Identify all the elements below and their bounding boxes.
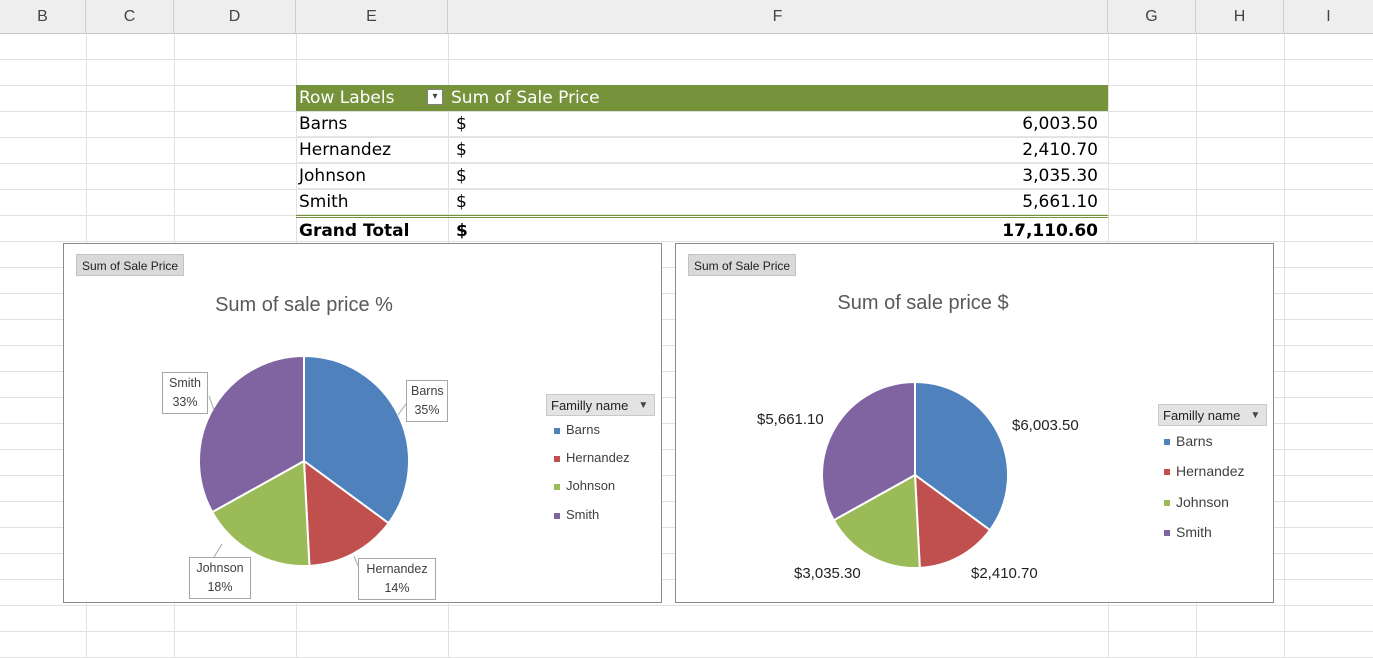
legend-label: Hernandez	[566, 450, 630, 465]
pivot-row: Hernandez $ 2,410.70	[296, 137, 1108, 163]
legend-swatch	[1164, 500, 1170, 507]
legend-label: Johnson	[566, 478, 616, 493]
row-label: Johnson	[299, 166, 366, 186]
data-label-percent: 35%	[414, 403, 440, 417]
row-label: Barns	[299, 114, 348, 134]
data-label-barns[interactable]: Barns 35%	[406, 380, 448, 422]
legend-title: Familly name	[551, 398, 629, 413]
row-labels-header: Row Labels	[299, 88, 395, 108]
dropdown-arrow-icon: ▼	[638, 400, 649, 411]
leader-line	[397, 403, 407, 416]
row-value: 6,003.50	[1022, 114, 1098, 134]
data-label-name: Smith	[169, 376, 201, 390]
gridline-vertical	[1284, 34, 1285, 658]
gridline-horizontal	[0, 241, 1373, 242]
legend-label: Barns	[1176, 433, 1213, 449]
legend-swatch	[554, 427, 560, 434]
legend-item-smith[interactable]: Smith	[554, 506, 599, 524]
legend-item-johnson[interactable]: Johnson	[554, 477, 615, 495]
legend-label: Barns	[566, 422, 600, 437]
data-label-hernandez[interactable]: Hernandez 14%	[358, 558, 436, 600]
legend-swatch	[554, 483, 560, 490]
grand-total-row: Grand Total $ 17,110.60	[296, 215, 1108, 241]
chart-title[interactable]: Sum of sale price $	[676, 292, 1170, 315]
field-button-sum-sale-price[interactable]: Sum of Sale Price	[688, 254, 797, 276]
data-label-hernandez[interactable]: $2,410.70	[971, 565, 1038, 582]
legend-field-button[interactable]: Familly name ▼	[546, 394, 656, 416]
pivot-row: Johnson $ 3,035.30	[296, 163, 1108, 189]
legend-label: Hernandez	[1176, 463, 1245, 479]
row-value: 5,661.10	[1022, 192, 1098, 212]
column-header-e[interactable]: E	[296, 0, 448, 33]
sum-sale-price-header: Sum of Sale Price	[451, 88, 600, 108]
chart-title[interactable]: Sum of sale price %	[64, 294, 544, 317]
legend-item-barns[interactable]: Barns	[1164, 432, 1213, 450]
data-label-percent: 18%	[207, 580, 233, 594]
legend-swatch	[554, 512, 560, 519]
data-label-johnson[interactable]: Johnson 18%	[189, 557, 251, 599]
legend-swatch	[1164, 530, 1170, 537]
column-header-i[interactable]: I	[1284, 0, 1373, 33]
row-value: 3,035.30	[1022, 166, 1098, 186]
legend-label: Smith	[566, 507, 600, 522]
legend-item-hernandez[interactable]: Hernandez	[554, 449, 630, 467]
gridline-horizontal	[0, 631, 1373, 632]
column-header-b[interactable]: B	[0, 0, 86, 33]
gridline-horizontal	[0, 605, 1373, 606]
legend-field-button[interactable]: Familly name ▼	[1158, 404, 1268, 426]
pie-chart-percent[interactable]: Sum of Sale Price Sum of sale price % Ba…	[63, 243, 662, 603]
data-label-smith[interactable]: Smith 33%	[162, 372, 208, 414]
column-header-bar: B C D E F G H I	[0, 0, 1373, 34]
leader-line	[208, 395, 215, 411]
column-header-g[interactable]: G	[1108, 0, 1196, 33]
legend-item-smith[interactable]: Smith	[1164, 523, 1212, 541]
legend-label: Smith	[1176, 524, 1212, 540]
row-label: Smith	[299, 192, 349, 212]
dropdown-arrow-icon: ▼	[1250, 410, 1261, 421]
grand-total-label: Grand Total	[299, 221, 410, 241]
gridline-horizontal	[0, 59, 1373, 60]
row-label: Hernandez	[299, 140, 392, 160]
legend-item-johnson[interactable]: Johnson	[1164, 493, 1229, 511]
column-header-h[interactable]: H	[1196, 0, 1284, 33]
data-label-name: Barns	[411, 384, 444, 398]
legend-swatch	[554, 455, 560, 462]
legend-item-hernandez[interactable]: Hernandez	[1164, 462, 1245, 480]
column-header-c[interactable]: C	[86, 0, 174, 33]
legend-label: Johnson	[1176, 494, 1229, 510]
currency-symbol: $	[456, 166, 467, 186]
currency-symbol: $	[456, 192, 467, 212]
data-label-name: Hernandez	[366, 562, 428, 576]
legend-swatch	[1164, 439, 1170, 446]
column-header-f[interactable]: F	[448, 0, 1108, 33]
grand-total-value: 17,110.60	[1002, 221, 1098, 241]
currency-symbol: $	[456, 140, 467, 160]
pivot-row: Smith $ 5,661.10	[296, 189, 1108, 215]
pie-chart-dollars[interactable]: Sum of Sale Price Sum of sale price $ $6…	[675, 243, 1274, 603]
currency-symbol: $	[456, 114, 467, 134]
filter-dropdown-icon[interactable]: ▾	[427, 89, 443, 105]
currency-symbol: $	[456, 221, 468, 241]
field-button-sum-sale-price[interactable]: Sum of Sale Price	[76, 254, 185, 276]
data-label-percent: 14%	[384, 581, 410, 595]
row-value: 2,410.70	[1022, 140, 1098, 160]
column-header-d[interactable]: D	[174, 0, 296, 33]
legend-item-barns[interactable]: Barns	[554, 421, 600, 439]
pivot-row: Barns $ 6,003.50	[296, 111, 1108, 137]
data-label-name: Johnson	[196, 561, 244, 575]
legend-title: Familly name	[1163, 408, 1241, 423]
data-label-barns[interactable]: $6,003.50	[1012, 417, 1079, 434]
data-label-percent: 33%	[172, 395, 198, 409]
pivot-header-row: Row Labels ▾ Sum of Sale Price	[296, 85, 1108, 111]
leader-line	[213, 543, 223, 558]
legend-swatch	[1164, 469, 1170, 476]
data-label-johnson[interactable]: $3,035.30	[794, 565, 861, 582]
data-label-smith[interactable]: $5,661.10	[757, 411, 824, 428]
